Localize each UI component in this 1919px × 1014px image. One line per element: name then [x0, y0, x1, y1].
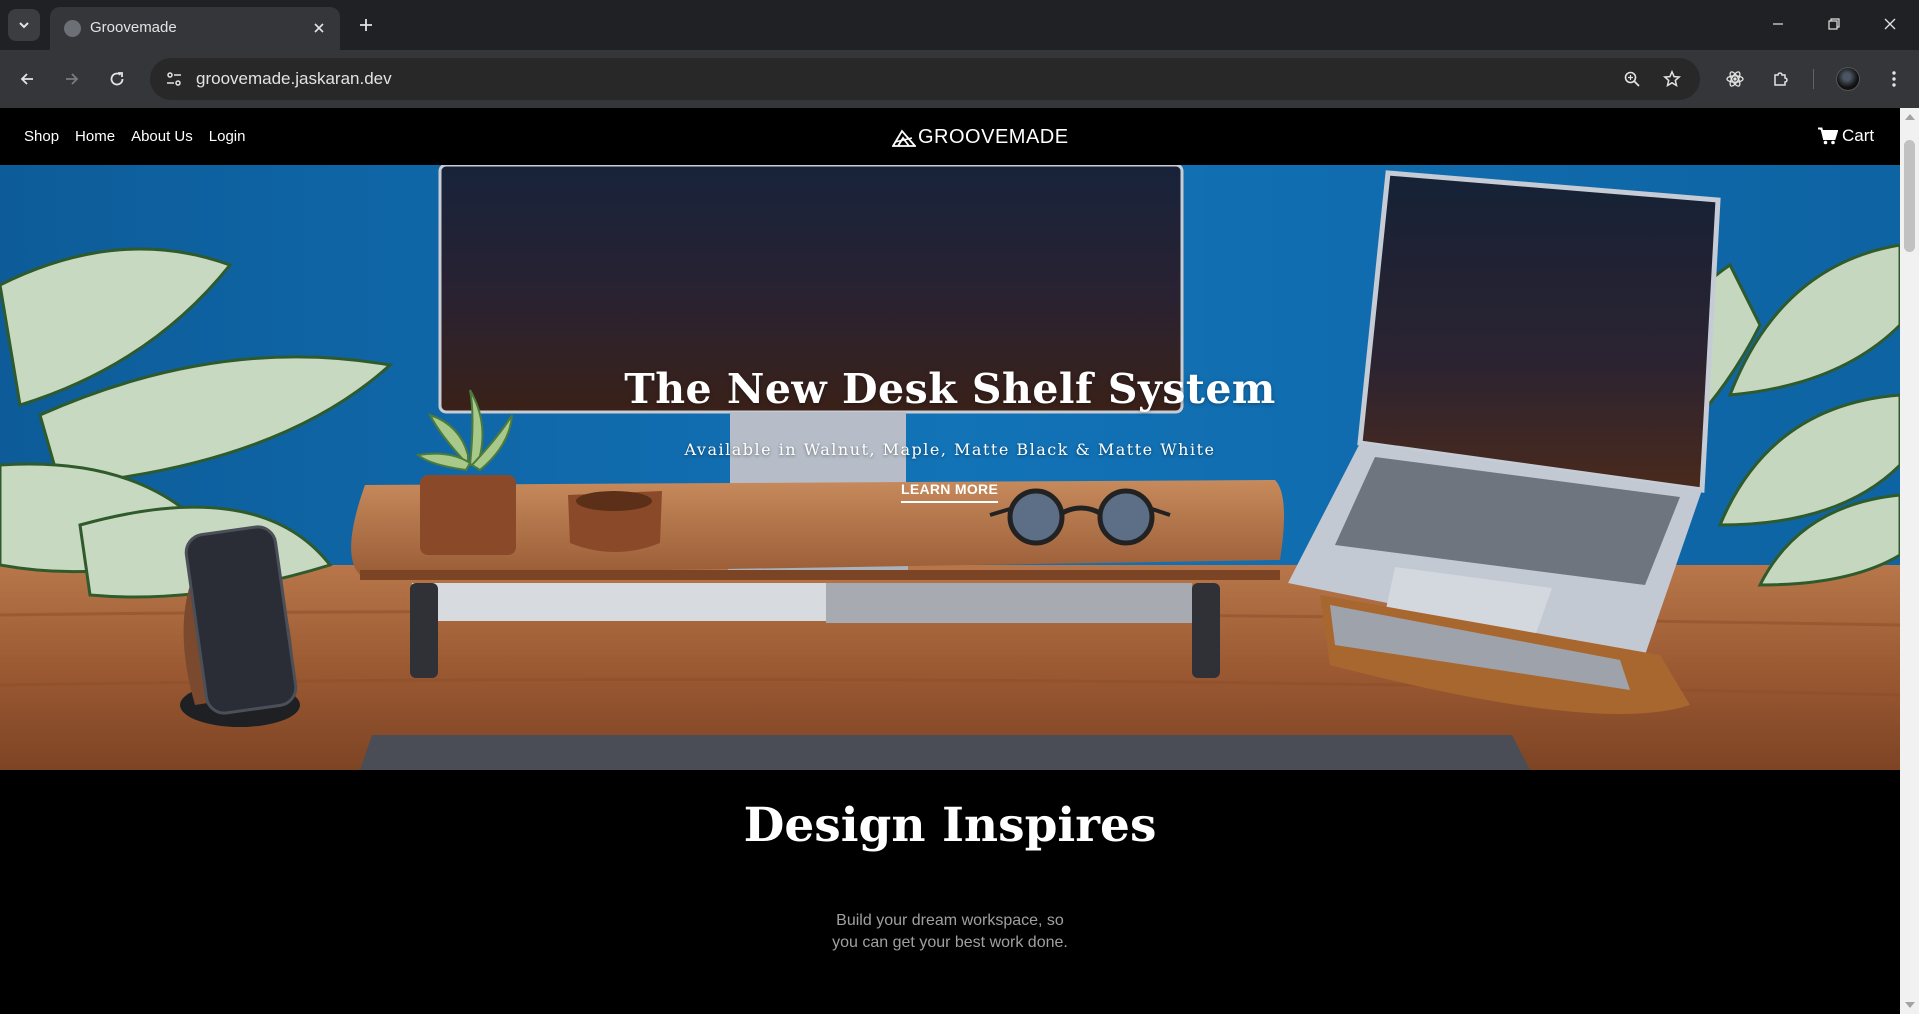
- nav-link-home[interactable]: Home: [75, 128, 115, 145]
- design-section-body: Build your dream workspace, so you can g…: [0, 910, 1900, 954]
- restore-icon: [1828, 18, 1840, 30]
- page-scrollbar[interactable]: [1900, 108, 1919, 1014]
- zoom-button[interactable]: [1620, 67, 1644, 91]
- tune-icon: [167, 72, 181, 86]
- cart-label: Cart: [1842, 126, 1875, 145]
- reload-button[interactable]: [101, 63, 133, 95]
- chevron-down-icon: [19, 22, 29, 29]
- design-section-title: Design Inspires: [743, 798, 1157, 853]
- atom-icon: [1726, 71, 1744, 87]
- puzzle-icon: [1774, 72, 1788, 86]
- cart-icon: [1818, 127, 1838, 145]
- nav-link-about[interactable]: About Us: [131, 128, 193, 145]
- scroll-up-arrow-icon[interactable]: [1905, 114, 1915, 120]
- groovemade-logo-icon: [892, 128, 916, 147]
- browser-menu-button[interactable]: [1878, 63, 1910, 95]
- bookmark-button[interactable]: [1660, 67, 1684, 91]
- browser-tab-active[interactable]: Groovemade: [50, 7, 340, 50]
- site-info-button[interactable]: [162, 67, 186, 91]
- close-icon: [314, 23, 324, 33]
- cart-link[interactable]: Cart: [1818, 126, 1874, 146]
- star-icon: [1663, 70, 1681, 88]
- back-button[interactable]: [11, 63, 43, 95]
- kebab-menu-icon: [1892, 71, 1896, 87]
- extensions-button[interactable]: [1765, 63, 1797, 95]
- nav-link-shop[interactable]: Shop: [24, 128, 59, 145]
- scroll-down-arrow-icon[interactable]: [1905, 1002, 1915, 1008]
- react-devtools-button[interactable]: [1719, 63, 1751, 95]
- design-body-line-1: Build your dream workspace, so: [836, 912, 1064, 929]
- tab-title: Groovemade: [90, 19, 177, 36]
- arrow-left-icon: [20, 73, 33, 85]
- main-nav: Shop Home About Us Login: [24, 128, 245, 145]
- plus-icon: [360, 19, 372, 31]
- arrow-right-icon: [66, 73, 79, 85]
- zoom-icon: [1624, 71, 1640, 87]
- browser-tab-strip: Groovemade: [0, 0, 1919, 50]
- page-viewport: Shop Home About Us Login GROOVEMADE Cart: [0, 108, 1900, 1014]
- learn-more-link[interactable]: LEARN MORE: [901, 481, 999, 503]
- nav-link-login[interactable]: Login: [209, 128, 246, 145]
- close-icon: [1884, 18, 1896, 30]
- hero-title: The New Desk Shelf System: [624, 365, 1276, 413]
- logo-text: GROOVEMADE: [918, 126, 1069, 148]
- design-body-line-2: you can get your best work done.: [832, 934, 1068, 951]
- site-logo[interactable]: GROOVEMADE: [892, 126, 1069, 149]
- new-tab-button[interactable]: [352, 11, 380, 39]
- toolbar-divider: [1813, 69, 1814, 89]
- minimize-icon: [1773, 23, 1783, 25]
- forward-button[interactable]: [56, 63, 88, 95]
- hero-subtitle: Available in Walnut, Maple, Matte Black …: [684, 440, 1216, 459]
- globe-icon: [64, 20, 81, 37]
- tab-close-button[interactable]: [308, 17, 330, 39]
- minimize-button[interactable]: [1758, 8, 1798, 40]
- restore-button[interactable]: [1814, 8, 1854, 40]
- scrollbar-thumb[interactable]: [1904, 140, 1915, 252]
- address-bar[interactable]: groovemade.jaskaran.dev: [150, 58, 1700, 100]
- hero-desk-shelf-image: [0, 165, 1900, 770]
- browser-toolbar: groovemade.jaskaran.dev: [0, 50, 1919, 108]
- tab-search-button[interactable]: [8, 9, 40, 41]
- hero-banner: The New Desk Shelf System Available in W…: [0, 165, 1900, 770]
- url-text[interactable]: groovemade.jaskaran.dev: [196, 69, 392, 89]
- close-window-button[interactable]: [1870, 8, 1910, 40]
- site-header: Shop Home About Us Login GROOVEMADE Cart: [0, 108, 1900, 165]
- reload-icon: [110, 72, 124, 86]
- profile-avatar[interactable]: [1836, 67, 1860, 91]
